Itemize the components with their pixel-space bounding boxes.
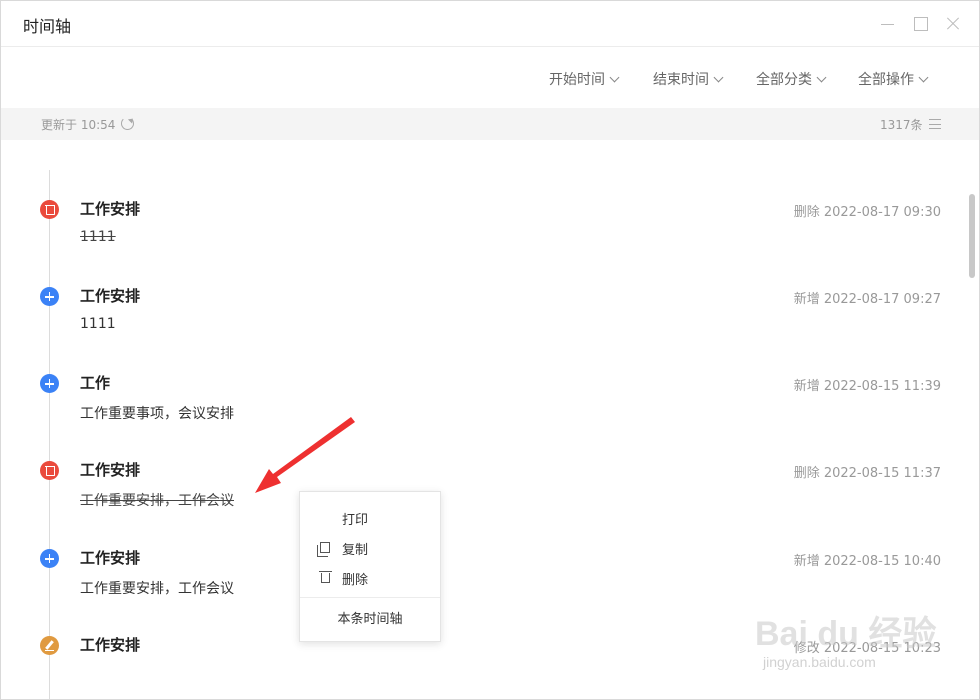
context-menu: 打印 复制 删除 本条时间轴 bbox=[299, 491, 441, 642]
entry-content: 工作重要安排，工作会议 bbox=[80, 493, 234, 509]
entry-meta: 新增 2022-08-15 11:39 bbox=[793, 379, 941, 394]
entry-title: 工作安排 bbox=[80, 200, 141, 218]
trash-icon bbox=[40, 200, 59, 219]
chevron-down-icon bbox=[713, 72, 724, 82]
trash-icon bbox=[319, 571, 332, 583]
updated-time: 更新于 10:54 bbox=[41, 118, 116, 132]
chevron-down-icon bbox=[816, 72, 827, 82]
window-title: 时间轴 bbox=[23, 17, 72, 36]
chevron-down-icon bbox=[609, 72, 620, 82]
end-time-label: 结束时间 bbox=[653, 72, 709, 88]
menu-item-print[interactable]: 打印 bbox=[300, 503, 440, 533]
end-time-filter[interactable]: 结束时间 bbox=[653, 69, 724, 89]
operation-label: 全部操作 bbox=[858, 72, 914, 88]
plus-icon bbox=[40, 549, 59, 568]
entry-meta: 删除 2022-08-15 11:37 bbox=[793, 466, 941, 481]
entry-content: 1111 bbox=[80, 316, 116, 332]
pencil-icon bbox=[40, 636, 59, 655]
start-time-filter[interactable]: 开始时间 bbox=[549, 69, 620, 89]
chevron-down-icon bbox=[918, 72, 929, 82]
record-count: 1317条 bbox=[880, 118, 923, 132]
trash-icon bbox=[40, 461, 59, 480]
menu-item-delete[interactable]: 删除 bbox=[300, 563, 440, 593]
watermark-url: jingyan.baidu.com bbox=[763, 654, 876, 670]
timeline-window: 时间轴 开始时间 结束时间 全部分类 全部操作 更新于 10:54 1317条 bbox=[0, 0, 980, 700]
entry-content: 工作重要安排，工作会议 bbox=[80, 581, 234, 597]
start-time-label: 开始时间 bbox=[549, 72, 605, 88]
entry-title: 工作 bbox=[80, 374, 111, 392]
plus-icon bbox=[40, 287, 59, 306]
category-filter[interactable]: 全部分类 bbox=[756, 69, 827, 89]
entry-meta: 新增 2022-08-17 09:27 bbox=[793, 292, 941, 307]
list-view-icon[interactable] bbox=[929, 119, 941, 129]
refresh-icon[interactable] bbox=[121, 117, 134, 130]
entry-content: 1111 bbox=[80, 229, 116, 245]
menu-item-copy[interactable]: 复制 bbox=[300, 533, 440, 563]
scrollbar-thumb[interactable] bbox=[969, 194, 975, 278]
menu-item-label: 打印 bbox=[342, 513, 369, 528]
timeline-entry[interactable]: 工作安排 1111 新增 2022-08-17 09:27 bbox=[1, 285, 961, 365]
close-icon[interactable] bbox=[945, 16, 961, 32]
watermark-logo-text: Bai du 经验 bbox=[755, 615, 937, 653]
timeline-entry[interactable]: 工作安排 工作重要安排，工作会议 删除 2022-08-15 11:37 bbox=[1, 459, 961, 539]
annotation-arrow bbox=[255, 417, 355, 493]
menu-divider bbox=[300, 597, 440, 598]
maximize-icon[interactable] bbox=[913, 16, 929, 32]
entry-content: 工作重要事项，会议安排 bbox=[80, 406, 234, 422]
menu-item-this-timeline[interactable]: 本条时间轴 bbox=[300, 602, 440, 632]
menu-item-label: 本条时间轴 bbox=[337, 612, 403, 627]
entry-title: 工作安排 bbox=[80, 461, 141, 479]
plus-icon bbox=[40, 374, 59, 393]
annotation-arrow-shape bbox=[255, 417, 355, 493]
menu-item-label: 删除 bbox=[342, 573, 369, 588]
baidu-watermark: Bai du 经验 jingyan.baidu.com bbox=[751, 596, 971, 686]
menu-item-label: 复制 bbox=[342, 543, 369, 558]
copy-icon bbox=[317, 542, 330, 557]
operation-filter[interactable]: 全部操作 bbox=[858, 69, 929, 89]
entry-title: 工作安排 bbox=[80, 636, 141, 654]
title-bar: 时间轴 bbox=[1, 1, 979, 47]
timeline-entry[interactable]: 工作安排 1111 删除 2022-08-17 09:30 bbox=[1, 198, 961, 278]
entry-meta: 删除 2022-08-17 09:30 bbox=[793, 205, 941, 220]
entry-title: 工作安排 bbox=[80, 287, 141, 305]
entry-meta: 新增 2022-08-15 10:40 bbox=[793, 554, 941, 569]
minimize-icon[interactable] bbox=[879, 16, 895, 32]
category-label: 全部分类 bbox=[756, 72, 812, 88]
status-bar: 更新于 10:54 1317条 bbox=[1, 108, 979, 140]
entry-title: 工作安排 bbox=[80, 549, 141, 567]
timeline-entry[interactable]: 工作 工作重要事项，会议安排 新增 2022-08-15 11:39 bbox=[1, 372, 961, 452]
filter-bar: 开始时间 结束时间 全部分类 全部操作 bbox=[1, 48, 979, 108]
